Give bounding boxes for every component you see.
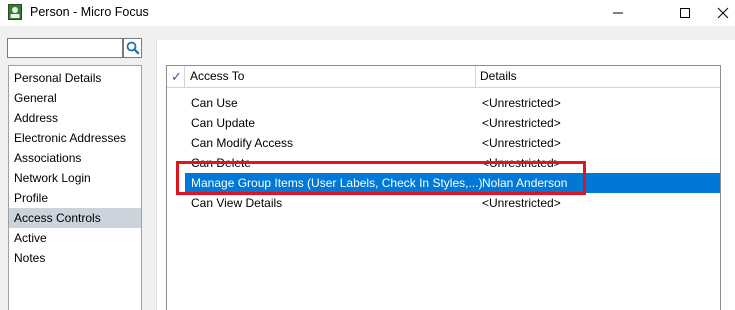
column-header-access-to[interactable]: Access To — [190, 66, 244, 87]
checkmark-icon[interactable]: ✓ — [171, 67, 185, 86]
grid-row[interactable]: Can View Details <Unrestricted> — [185, 193, 720, 213]
details-cell: <Unrestricted> — [482, 196, 561, 210]
window-body: Personal Details General Address Electro… — [0, 26, 735, 310]
nav-item-personal-details[interactable]: Personal Details — [9, 68, 141, 88]
grid-row[interactable]: Can Delete <Unrestricted> — [185, 153, 720, 173]
column-separator[interactable] — [184, 66, 185, 87]
details-cell: Nolan Anderson — [482, 176, 568, 190]
person-app-icon — [8, 4, 22, 20]
window-title: Person - Micro Focus — [30, 5, 149, 19]
access-cell: Can Modify Access — [191, 136, 294, 150]
maximize-button[interactable] — [662, 0, 708, 26]
access-cell: Can Update — [191, 116, 256, 130]
grid-row[interactable]: Can Modify Access <Unrestricted> — [185, 133, 720, 153]
access-cell: Can Delete — [191, 156, 252, 170]
nav-item-active[interactable]: Active — [9, 228, 141, 248]
column-separator[interactable] — [475, 66, 476, 87]
details-cell: <Unrestricted> — [482, 116, 561, 130]
nav-item-notes[interactable]: Notes — [9, 248, 141, 268]
minimize-icon — [613, 12, 623, 14]
close-icon — [717, 7, 728, 19]
minimize-button[interactable] — [595, 0, 641, 26]
close-button[interactable] — [710, 0, 735, 26]
grid-header: ✓ Access To Details — [167, 66, 720, 88]
nav-item-network-login[interactable]: Network Login — [9, 168, 141, 188]
details-cell: <Unrestricted> — [482, 156, 561, 170]
details-cell: <Unrestricted> — [482, 136, 561, 150]
nav-item-profile[interactable]: Profile — [9, 188, 141, 208]
section-nav-list[interactable]: Personal Details General Address Electro… — [8, 65, 142, 310]
search-input[interactable] — [7, 38, 123, 58]
column-header-details[interactable]: Details — [480, 66, 517, 87]
nav-item-associations[interactable]: Associations — [9, 148, 141, 168]
nav-item-address[interactable]: Address — [9, 108, 141, 128]
search-icon — [126, 41, 140, 55]
access-grid[interactable]: ✓ Access To Details Can Use <Unrestricte… — [166, 65, 721, 310]
grid-row[interactable]: Can Update <Unrestricted> — [185, 113, 720, 133]
search-button[interactable] — [123, 38, 142, 58]
access-cell: Manage Group Items (User Labels, Check I… — [191, 176, 483, 190]
access-panel: ✓ Access To Details Can Use <Unrestricte… — [156, 40, 735, 310]
nav-item-access-controls[interactable]: Access Controls — [9, 208, 141, 228]
nav-item-general[interactable]: General — [9, 88, 141, 108]
title-bar: Person - Micro Focus — [0, 0, 735, 26]
maximize-icon — [680, 8, 690, 18]
details-cell: <Unrestricted> — [482, 96, 561, 110]
nav-item-electronic-addresses[interactable]: Electronic Addresses — [9, 128, 141, 148]
access-cell: Can Use — [191, 96, 238, 110]
grid-row[interactable]: Can Use <Unrestricted> — [185, 93, 720, 113]
access-cell: Can View Details — [191, 196, 283, 210]
grid-row-selected[interactable]: Manage Group Items (User Labels, Check I… — [185, 173, 720, 193]
